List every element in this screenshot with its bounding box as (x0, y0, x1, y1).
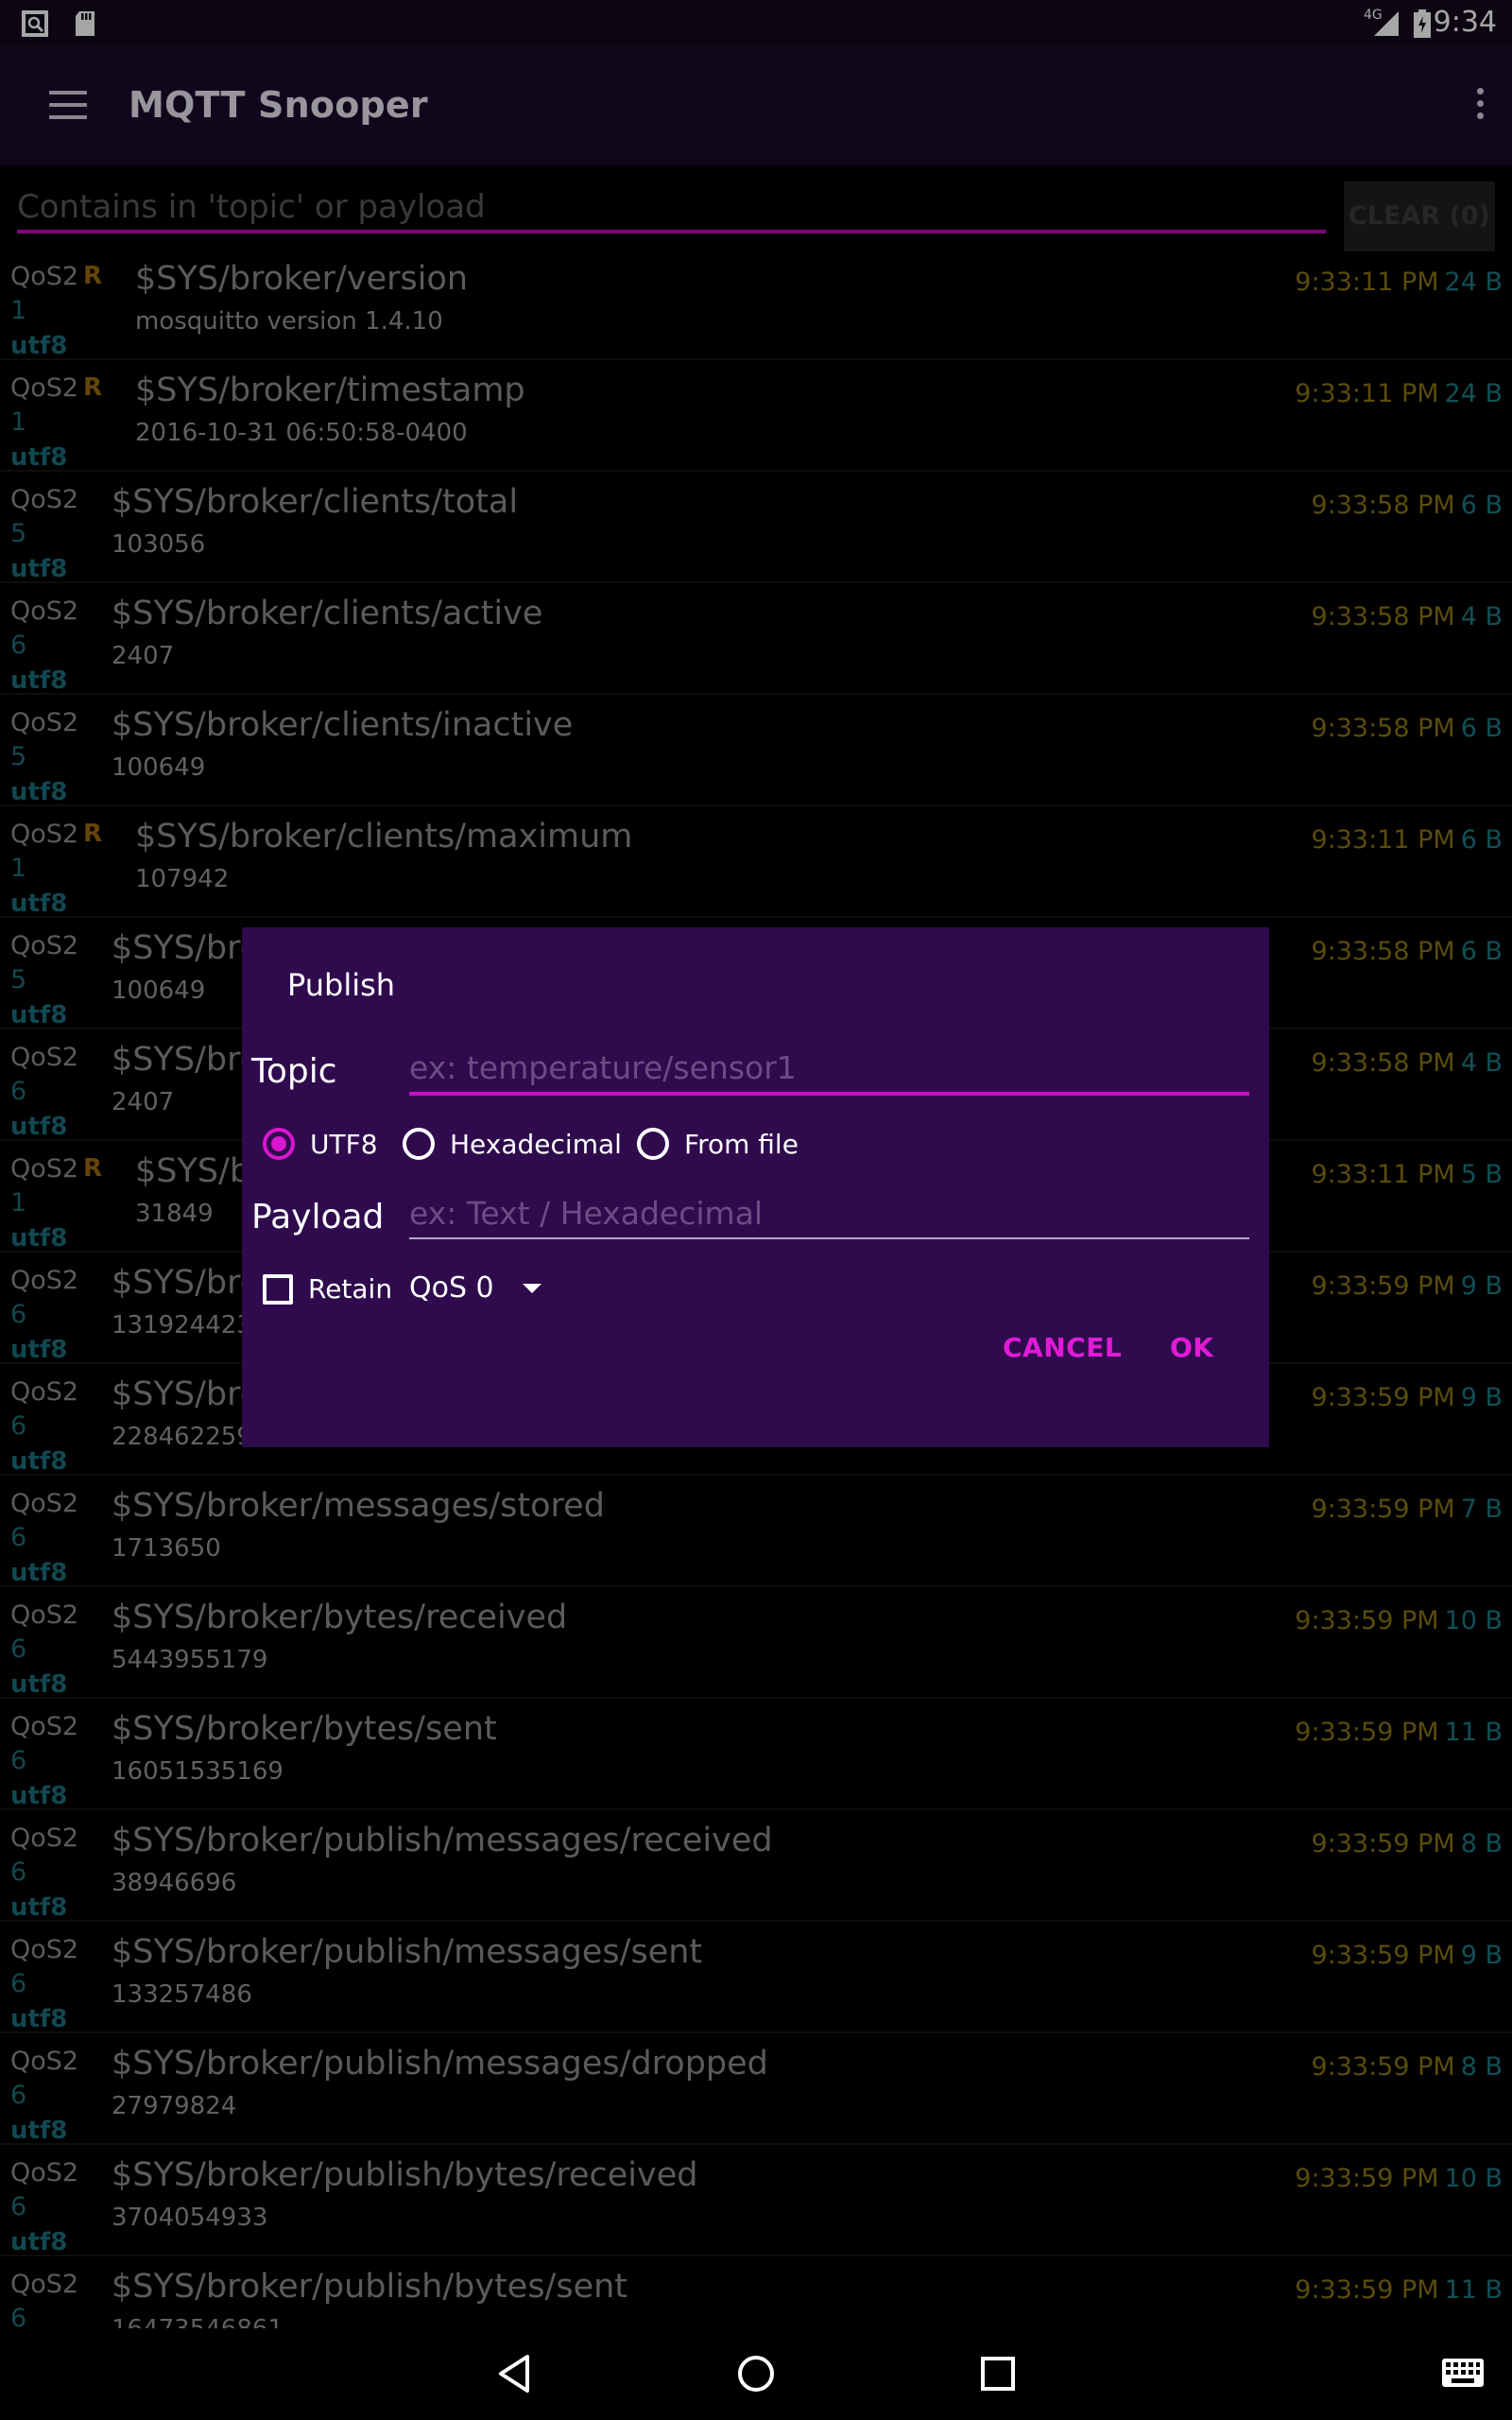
payload-input[interactable] (409, 1188, 1249, 1239)
radio-from-file[interactable]: From file (637, 1123, 799, 1165)
keyboard-icon[interactable] (1440, 2357, 1486, 2389)
radio-utf8-label: UTF8 (310, 1128, 378, 1160)
ok-button[interactable]: OK (1170, 1332, 1214, 1363)
retain-checkbox[interactable]: Retain (263, 1273, 392, 1305)
topic-input[interactable] (409, 1043, 1249, 1096)
radio-hexadecimal[interactable]: Hexadecimal (403, 1123, 622, 1165)
back-icon[interactable] (493, 2353, 535, 2394)
radio-checked-icon (263, 1128, 295, 1160)
home-icon[interactable] (735, 2353, 777, 2394)
qos-dropdown[interactable]: QoS 0 (409, 1271, 541, 1305)
radio-hexadecimal-label: Hexadecimal (450, 1128, 622, 1160)
navigation-bar (0, 2328, 1512, 2420)
dialog-title: Publish (287, 967, 396, 1003)
payload-label: Payload (251, 1198, 385, 1236)
checkbox-unchecked-icon (263, 1273, 293, 1305)
qos-selected-value: QoS 0 (409, 1271, 494, 1305)
retain-label: Retain (308, 1273, 393, 1305)
cancel-button[interactable]: CANCEL (1003, 1332, 1122, 1363)
topic-label: Topic (251, 1052, 337, 1091)
recents-icon[interactable] (977, 2353, 1019, 2394)
dropdown-arrow-icon (522, 1283, 541, 1293)
radio-utf8[interactable]: UTF8 (263, 1123, 378, 1165)
radio-unchecked-icon (403, 1128, 435, 1160)
publish-dialog: Publish Topic UTF8 Hexadecimal From file… (242, 927, 1269, 1447)
radio-unchecked-icon (637, 1128, 669, 1160)
radio-from-file-label: From file (684, 1128, 799, 1160)
